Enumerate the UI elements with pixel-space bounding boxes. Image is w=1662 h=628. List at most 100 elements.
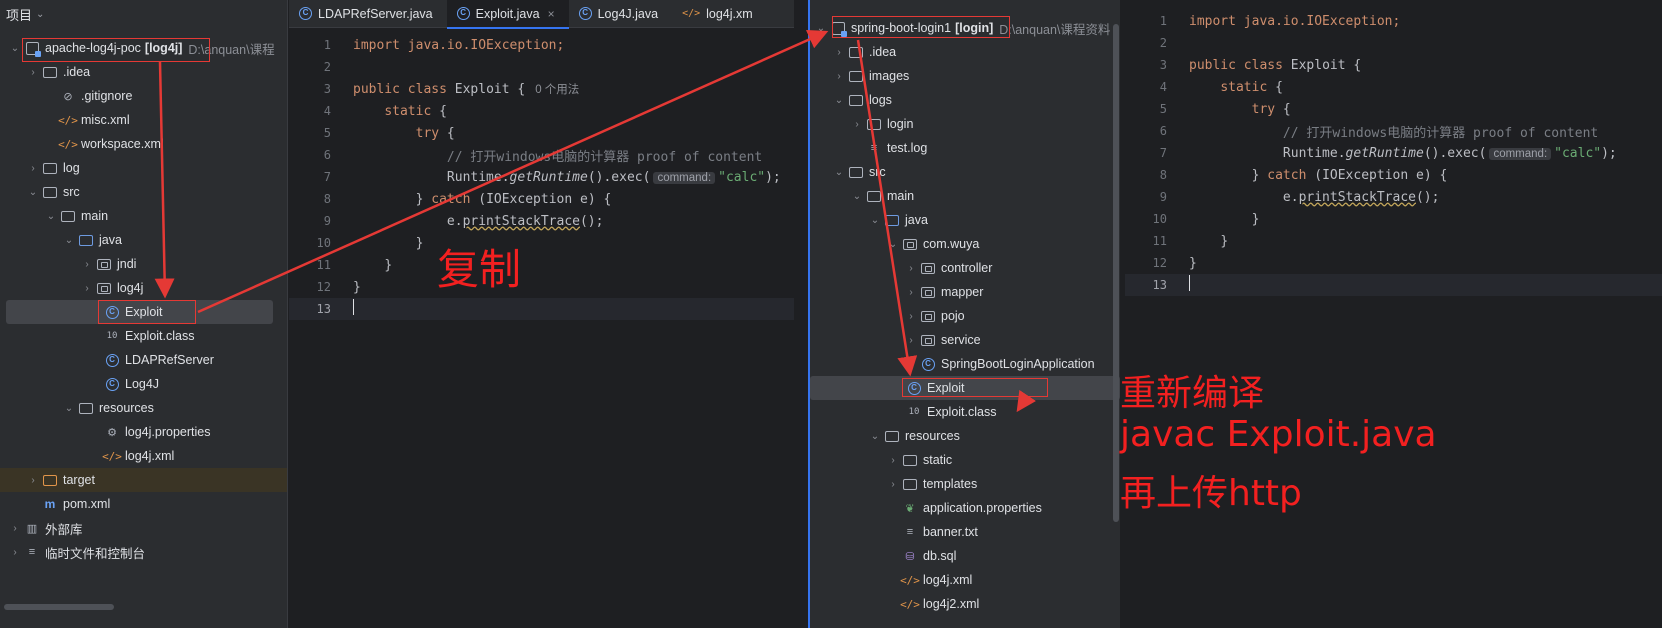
tab-label: log4j.xm	[706, 6, 753, 21]
tree-item-banner-txt[interactable]: ≡ banner.txt	[810, 520, 1120, 544]
chevron-right-icon[interactable]: ›	[832, 71, 846, 82]
xml-file-icon: </>	[900, 573, 920, 587]
tree-item-src[interactable]: ⌄ src	[0, 180, 287, 204]
chevron-right-icon[interactable]: ›	[26, 67, 40, 78]
tree-item-resources[interactable]: ⌄ resources	[0, 396, 287, 420]
tree-item-log4j-xml[interactable]: </> log4j.xml	[0, 444, 287, 468]
code-line: 4 static {	[1125, 76, 1662, 98]
chevron-down-icon[interactable]: ⌄	[8, 43, 22, 54]
tree-item-workspace-xml[interactable]: </> workspace.xml	[0, 132, 287, 156]
chevron-down-icon[interactable]: ⌄	[36, 9, 44, 20]
tree-item-test-log[interactable]: ≡ test.log	[810, 136, 1120, 160]
tree-item-login[interactable]: › login	[810, 112, 1120, 136]
tree-item-main[interactable]: ⌄ main	[810, 184, 1120, 208]
chevron-right-icon[interactable]: ›	[904, 335, 918, 346]
chevron-right-icon[interactable]: ›	[8, 547, 22, 558]
code-text: }	[384, 257, 393, 273]
tab-log4j[interactable]: C Log4J.java	[569, 0, 672, 28]
chevron-right-icon[interactable]: ›	[886, 455, 900, 466]
tree-item-misc-xml[interactable]: </> misc.xml	[0, 108, 287, 132]
tree-item-templates[interactable]: › templates	[810, 472, 1120, 496]
tree-item-log[interactable]: › log	[0, 156, 287, 180]
tree-item-idea[interactable]: › .idea	[0, 60, 287, 84]
chevron-down-icon[interactable]: ⌄	[26, 187, 40, 198]
chevron-right-icon[interactable]: ›	[80, 259, 94, 270]
tree-item-pojo[interactable]: › pojo	[810, 304, 1120, 328]
chevron-down-icon[interactable]: ⌄	[44, 211, 58, 222]
tree-item-log4j-properties[interactable]: ⚙ log4j.properties	[0, 420, 287, 444]
tree-item-src[interactable]: ⌄ src	[810, 160, 1120, 184]
tree-item-idea[interactable]: › .idea	[810, 40, 1120, 64]
java-class-icon: C	[105, 353, 119, 367]
chevron-right-icon[interactable]: ›	[8, 523, 22, 534]
tree-item-com-wuya[interactable]: ⌄ com.wuya	[810, 232, 1120, 256]
text-cursor	[1189, 275, 1190, 291]
horizontal-scrollbar[interactable]	[4, 604, 114, 610]
right-code-area[interactable]: 1 import java.io.IOException; 2 3 public…	[1125, 10, 1662, 296]
vertical-scrollbar[interactable]	[1113, 24, 1119, 522]
chevron-down-icon[interactable]: ⌄	[62, 235, 76, 246]
chevron-right-icon[interactable]: ›	[886, 479, 900, 490]
project-panel-header[interactable]: 项目 ⌄	[0, 0, 287, 28]
tree-item-external-libraries[interactable]: › ▥ 外部库	[0, 516, 287, 540]
close-icon[interactable]: ×	[548, 7, 555, 21]
line-number: 5	[323, 126, 331, 140]
tree-item-scratches[interactable]: › ≡ 临时文件和控制台	[0, 540, 287, 564]
java-class-icon: C	[299, 7, 312, 20]
chevron-down-icon[interactable]: ⌄	[886, 239, 900, 250]
tree-item-exploit-class[interactable]: 10 Exploit.class	[0, 324, 287, 348]
tree-item-java[interactable]: ⌄ java	[810, 208, 1120, 232]
chevron-right-icon[interactable]: ›	[850, 119, 864, 130]
code-line: 5 try {	[289, 122, 794, 144]
tree-item-main[interactable]: ⌄ main	[0, 204, 287, 228]
tab-exploit[interactable]: C Exploit.java ×	[446, 0, 569, 29]
tree-item-mapper[interactable]: › mapper	[810, 280, 1120, 304]
chevron-down-icon[interactable]: ⌄	[832, 167, 846, 178]
tree-item-exploit-class[interactable]: 10 Exploit.class	[810, 400, 1120, 424]
tree-item-db-sql[interactable]: ⛁ db.sql	[810, 544, 1120, 568]
chevron-right-icon[interactable]: ›	[904, 263, 918, 274]
xml-file-icon: </>	[682, 8, 701, 19]
tab-ldaprefserver[interactable]: C LDAPRefServer.java	[289, 0, 447, 28]
chevron-down-icon[interactable]: ⌄	[850, 191, 864, 202]
tree-item-controller[interactable]: › controller	[810, 256, 1120, 280]
tab-log4j-xml[interactable]: </> log4j.xm	[672, 0, 767, 28]
tree-item-static[interactable]: › static	[810, 448, 1120, 472]
code-line: 4 static {	[289, 100, 794, 122]
chevron-right-icon[interactable]: ›	[80, 283, 94, 294]
chevron-down-icon[interactable]: ⌄	[868, 215, 882, 226]
tree-item-gitignore[interactable]: ⊘ .gitignore	[0, 84, 287, 108]
chevron-down-icon[interactable]: ⌄	[832, 95, 846, 106]
left-code-area[interactable]: 1 import java.io.IOException; 2 3 public…	[289, 34, 794, 320]
tree-item-log4j[interactable]: › log4j	[0, 276, 287, 300]
tree-item-jndi[interactable]: › jndi	[0, 252, 287, 276]
tree-item-service[interactable]: › service	[810, 328, 1120, 352]
chevron-right-icon[interactable]: ›	[904, 287, 918, 298]
code-line: 8 } catch (IOException e) {	[1125, 164, 1662, 186]
tree-item-application-properties[interactable]: ❦ application.properties	[810, 496, 1120, 520]
code-text: ();	[579, 213, 604, 229]
tree-item-label: controller	[941, 261, 993, 275]
chevron-down-icon[interactable]: ⌄	[868, 431, 882, 442]
tree-item-ldaprefserver[interactable]: C LDAPRefServer	[0, 348, 287, 372]
tree-item-springbootloginapplication[interactable]: C SpringBootLoginApplication	[810, 352, 1120, 376]
usage-hint[interactable]: 0 个用法	[535, 84, 579, 96]
chevron-down-icon[interactable]: ⌄	[814, 23, 828, 34]
chevron-down-icon[interactable]: ⌄	[62, 403, 76, 414]
chevron-right-icon[interactable]: ›	[26, 475, 40, 486]
tree-item-images[interactable]: › images	[810, 64, 1120, 88]
chevron-right-icon[interactable]: ›	[832, 47, 846, 58]
package-icon	[921, 334, 935, 346]
tree-item-pom-xml[interactable]: m pom.xml	[0, 492, 287, 516]
tree-item-log4j2-xml[interactable]: </> log4j2.xml	[810, 592, 1120, 616]
chevron-right-icon[interactable]: ›	[26, 163, 40, 174]
package-icon	[921, 286, 935, 298]
tree-item-logs[interactable]: ⌄ logs	[810, 88, 1120, 112]
tree-item-java[interactable]: ⌄ java	[0, 228, 287, 252]
code-method: printStackTrace	[1298, 189, 1416, 205]
tree-item-log4j-class[interactable]: C Log4J	[0, 372, 287, 396]
tree-item-resources[interactable]: ⌄ resources	[810, 424, 1120, 448]
chevron-right-icon[interactable]: ›	[904, 311, 918, 322]
tree-item-target[interactable]: › target	[0, 468, 287, 492]
tree-item-log4j-xml[interactable]: </> log4j.xml	[810, 568, 1120, 592]
